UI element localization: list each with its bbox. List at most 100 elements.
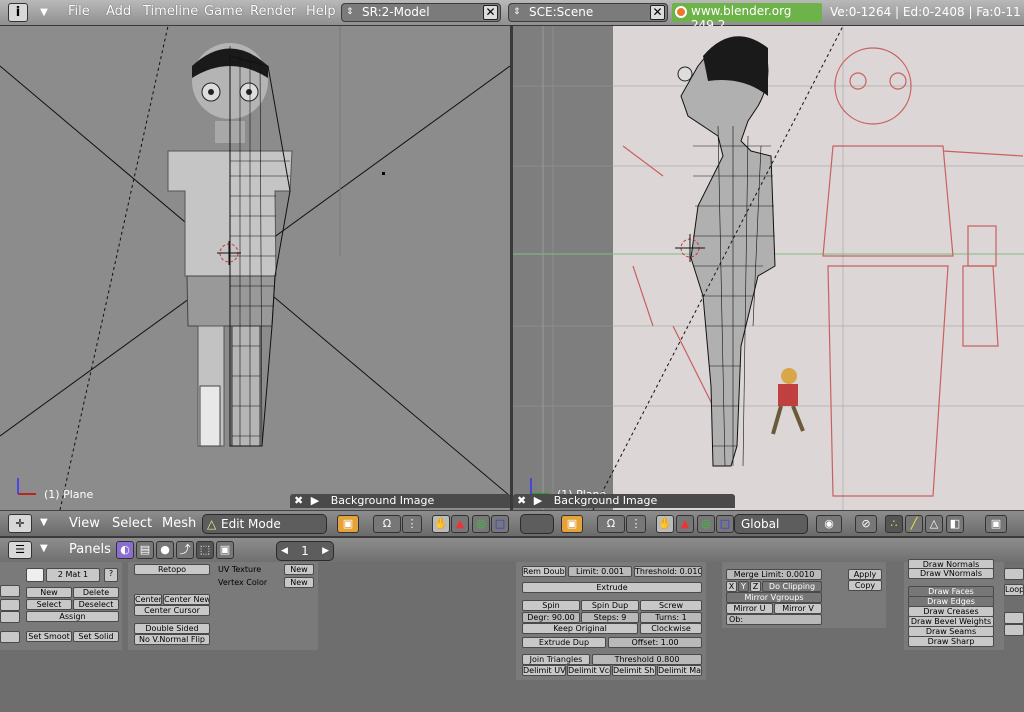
snap-icon-2[interactable]: ⋮ bbox=[626, 515, 646, 533]
scale-manip-icon[interactable]: ◎ bbox=[472, 515, 490, 533]
set-solid-button[interactable]: Set Solid bbox=[73, 631, 119, 642]
new-mat-button[interactable]: New bbox=[26, 587, 72, 598]
pivot-icon[interactable]: Ω bbox=[373, 515, 401, 533]
left-stub-4[interactable] bbox=[0, 631, 20, 643]
vertex-select-icon[interactable]: ∴ bbox=[885, 515, 903, 533]
logic-icon[interactable]: ◐ bbox=[116, 541, 134, 559]
orientation-icon[interactable]: □ bbox=[491, 515, 509, 533]
right-stub-1[interactable] bbox=[1004, 568, 1024, 580]
left-stub-3[interactable] bbox=[0, 611, 20, 623]
merge-limit-field[interactable]: Merge Limit: 0.0010 bbox=[726, 569, 822, 580]
menu-view[interactable]: View bbox=[69, 516, 100, 531]
join-triangles-button[interactable]: Join Triangles bbox=[522, 654, 590, 665]
loop-button-partial[interactable]: Loop bbox=[1004, 584, 1024, 596]
pivot-icon-2[interactable]: Ω bbox=[597, 515, 625, 533]
close-icon[interactable]: ✖ bbox=[294, 494, 303, 507]
mirror-vgroups-toggle[interactable]: Mirror Vgroups bbox=[726, 592, 822, 603]
increment-icon[interactable]: ▶ bbox=[322, 542, 329, 560]
object-icon[interactable]: ⤴ bbox=[176, 541, 194, 559]
scale-manip-icon-2[interactable]: ◎ bbox=[697, 515, 715, 533]
menu-select[interactable]: Select bbox=[112, 516, 152, 531]
threshold-2-field[interactable]: Threshold 0.800 bbox=[592, 654, 702, 665]
set-smooth-button[interactable]: Set Smoot bbox=[26, 631, 72, 642]
menu-render[interactable]: Render bbox=[250, 4, 296, 19]
mat-query-button[interactable]: ? bbox=[104, 568, 118, 582]
clockwise-toggle[interactable]: Clockwise bbox=[640, 623, 702, 634]
rem-doubles-button[interactable]: Rem Doubl bbox=[522, 566, 566, 577]
viewport-front[interactable]: (1) Plane bbox=[0, 26, 510, 510]
menu-help[interactable]: Help bbox=[306, 4, 336, 19]
axis-y-toggle[interactable]: Y bbox=[738, 581, 749, 592]
apply-button[interactable]: Apply bbox=[848, 569, 882, 580]
threshold-field[interactable]: Threshold: 0.010 bbox=[634, 566, 702, 577]
decrement-icon[interactable]: ◀ bbox=[281, 542, 288, 560]
menu-timeline[interactable]: Timeline bbox=[143, 4, 198, 19]
hand-icon[interactable]: ✋ bbox=[432, 515, 450, 533]
rotate-manip-icon-2[interactable]: ▲ bbox=[676, 515, 694, 533]
deselect-mat-button[interactable]: Deselect bbox=[73, 599, 119, 610]
viewport-side[interactable]: (1) Plane bbox=[513, 26, 1024, 510]
layers-selector[interactable] bbox=[520, 514, 554, 534]
screen-selector[interactable]: ⇕ SR:2-Model ✕ bbox=[341, 3, 501, 22]
edge-select-icon[interactable]: ╱ bbox=[905, 515, 923, 533]
delete-mat-button[interactable]: Delete bbox=[73, 587, 119, 598]
scene-selector[interactable]: ⇕ SCE:Scene ✕ bbox=[508, 3, 668, 22]
screw-button[interactable]: Screw bbox=[640, 600, 702, 611]
screen-close-icon[interactable]: ✕ bbox=[483, 5, 498, 20]
editing-icon[interactable]: ⬚ bbox=[196, 541, 214, 559]
mat-color-swatch[interactable] bbox=[26, 568, 44, 582]
left-stub-1[interactable] bbox=[0, 585, 20, 597]
mirror-u-toggle[interactable]: Mirror U bbox=[726, 603, 773, 614]
center-cursor-button[interactable]: Center Cursor bbox=[134, 605, 210, 616]
mirror-v-toggle[interactable]: Mirror V bbox=[774, 603, 822, 614]
buttons-editor-icon[interactable]: ☰ bbox=[8, 541, 32, 559]
expand-icon[interactable]: ▶ bbox=[534, 494, 542, 507]
no-vnormal-flip-button[interactable]: No V.Normal Flip bbox=[134, 634, 210, 645]
degrees-field[interactable]: Degr: 90.00 bbox=[522, 612, 580, 623]
face-select-icon[interactable]: △ bbox=[925, 515, 943, 533]
proportional-icon[interactable]: ◉ bbox=[816, 515, 842, 533]
draw-type-icon[interactable]: ▣ bbox=[337, 515, 359, 533]
assign-mat-button[interactable]: Assign bbox=[26, 611, 119, 622]
shading-icon[interactable]: ● bbox=[156, 541, 174, 559]
menu-collapse-icon[interactable]: ▼ bbox=[32, 4, 56, 22]
chevron-down-icon[interactable]: ▼ bbox=[40, 543, 48, 554]
axis-z-toggle[interactable]: Z bbox=[750, 581, 761, 592]
expand-icon[interactable]: ▶ bbox=[311, 494, 319, 507]
menu-game[interactable]: Game bbox=[204, 4, 243, 19]
menu-file[interactable]: File bbox=[68, 4, 90, 19]
delimit-mat-toggle[interactable]: Delimit Ma bbox=[657, 665, 702, 676]
extrude-button[interactable]: Extrude bbox=[522, 582, 702, 593]
steps-field[interactable]: Steps: 9 bbox=[581, 612, 639, 623]
scene-close-icon[interactable]: ✕ bbox=[650, 5, 665, 20]
mat-index-field[interactable]: 2 Mat 1 bbox=[46, 568, 100, 582]
menu-mesh[interactable]: Mesh bbox=[162, 516, 196, 531]
chevron-down-icon[interactable]: ▼ bbox=[40, 517, 48, 528]
script-icon[interactable]: ▤ bbox=[136, 541, 154, 559]
copy-button[interactable]: Copy bbox=[848, 580, 882, 591]
editor-type-icon[interactable]: ✛ bbox=[8, 514, 32, 533]
cube-icon[interactable]: ◧ bbox=[946, 515, 964, 533]
scene-browse-icon[interactable]: ⇕ bbox=[513, 4, 521, 21]
scene-icon[interactable]: ▣ bbox=[216, 541, 234, 559]
spin-button[interactable]: Spin bbox=[522, 600, 580, 611]
delimit-sharp-toggle[interactable]: Delimit Sha bbox=[612, 665, 656, 676]
do-clipping-toggle[interactable]: Do Clipping bbox=[762, 581, 822, 592]
rotate-manip-icon[interactable]: ▲ bbox=[451, 515, 469, 533]
keep-original-toggle[interactable]: Keep Original bbox=[522, 623, 638, 634]
axis-x-toggle[interactable]: X bbox=[726, 581, 737, 592]
screen-browse-icon[interactable]: ⇕ bbox=[346, 4, 354, 21]
turns-field[interactable]: Turns: 1 bbox=[640, 612, 702, 623]
close-icon[interactable]: ✖ bbox=[517, 494, 526, 507]
center-button[interactable]: Center bbox=[134, 594, 162, 605]
extrude-dup-button[interactable]: Extrude Dup bbox=[522, 637, 606, 648]
center-new-button[interactable]: Center New bbox=[163, 594, 210, 605]
render-icon[interactable]: ▣ bbox=[985, 515, 1007, 533]
right-stub-2[interactable] bbox=[1004, 612, 1024, 624]
panels-menu[interactable]: Panels bbox=[69, 542, 111, 557]
limit-field[interactable]: Limit: 0.001 bbox=[568, 566, 632, 577]
new-vcol-button[interactable]: New bbox=[284, 577, 314, 588]
double-sided-button[interactable]: Double Sided bbox=[134, 623, 210, 634]
occlude-icon[interactable]: ⊘ bbox=[855, 515, 877, 533]
snap-icon[interactable]: ⋮ bbox=[402, 515, 422, 533]
